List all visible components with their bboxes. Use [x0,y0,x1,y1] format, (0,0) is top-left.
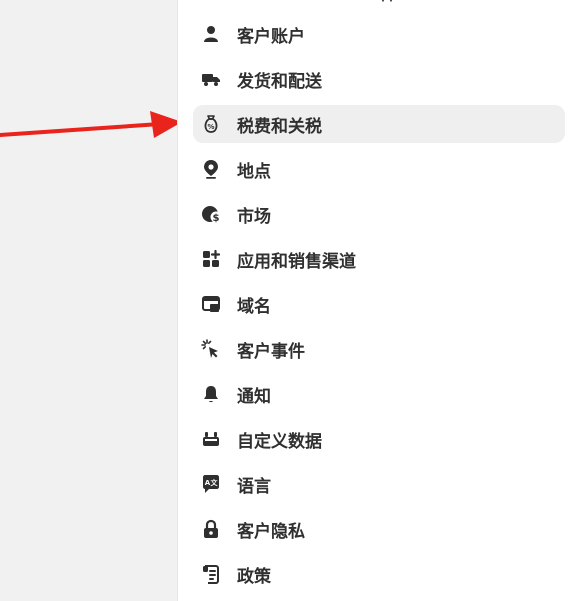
bell-icon [201,384,221,404]
sidebar-item-label: 税费和关税 [237,116,322,137]
sidebar-item-label: 客户隐私 [237,521,305,542]
click-cursor-icon [201,339,221,359]
money-bag-icon: % [201,114,221,134]
sidebar-item-label: 发货和配送 [237,71,322,92]
sidebar-item-locations[interactable]: 地点 [193,150,565,188]
annotation-arrow [0,111,182,138]
sidebar-item-label: 地点 [237,161,271,182]
settings-sidebar: 客户账户 发货和配送 % 税费和关税 地点 $ 市场 应用和销售渠道 域名 客户… [177,0,585,601]
data-icon [201,429,221,449]
svg-text:%: % [207,123,214,131]
location-pin-icon [201,159,221,179]
sidebar-item-custom-data[interactable]: 自定义数据 [193,420,565,458]
sidebar-item-label: 域名 [237,296,271,317]
sidebar-item-label: 自定义数据 [237,431,322,452]
sidebar-item-label: 客户事件 [237,341,305,362]
sidebar-item-domains[interactable]: 域名 [193,285,565,323]
sidebar-item-apps-sales-channels[interactable]: 应用和销售渠道 [193,240,565,278]
translate-icon: A文 [201,474,221,494]
sidebar-item-policies[interactable]: 政策 [193,555,565,593]
sidebar-item-label: 语言 [237,476,271,497]
left-blank-area [0,0,177,601]
globe-dollar-icon: $ [201,204,221,224]
sidebar-item-taxes-duties[interactable]: % 税费和关税 [193,105,565,143]
sidebar-item-customer-events[interactable]: 客户事件 [193,330,565,368]
truncated-icon [381,0,393,3]
sidebar-item-markets[interactable]: $ 市场 [193,195,565,233]
sidebar-item-label: 市场 [237,206,271,227]
truck-icon [201,69,221,89]
sidebar-item-label: 政策 [237,566,271,587]
sidebar-item-shipping-delivery[interactable]: 发货和配送 [193,60,565,98]
sidebar-item-customer-accounts[interactable]: 客户账户 [193,15,565,53]
domain-icon [201,294,221,314]
policy-scroll-icon [201,564,221,584]
sidebar-item-label: 通知 [237,386,271,407]
person-icon [201,24,221,44]
svg-text:文: 文 [211,478,219,487]
lock-icon [201,519,221,539]
sidebar-item-notifications[interactable]: 通知 [193,375,565,413]
svg-text:$: $ [213,213,220,224]
sidebar-item-customer-privacy[interactable]: 客户隐私 [193,510,565,548]
sidebar-item-label: 应用和销售渠道 [237,251,356,272]
sidebar-item-languages[interactable]: A文 语言 [193,465,565,503]
apps-icon [201,249,221,269]
sidebar-item-label: 客户账户 [237,26,305,47]
